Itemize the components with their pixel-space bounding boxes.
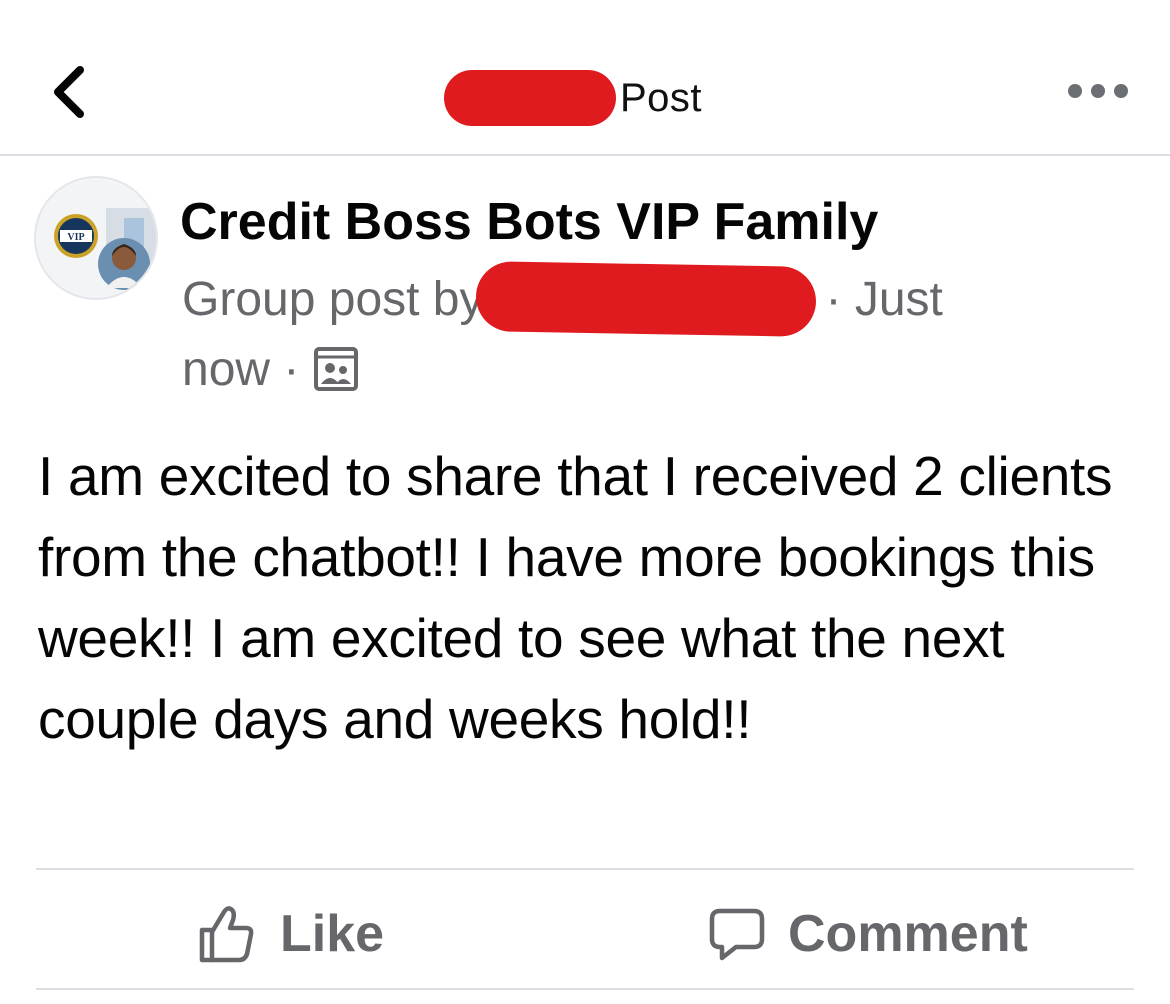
like-button[interactable]: Like	[198, 896, 384, 972]
back-button[interactable]	[40, 58, 100, 128]
more-dot	[1091, 84, 1105, 98]
more-horizontal-icon	[1068, 84, 1082, 98]
redacted-name-mark	[444, 70, 616, 126]
like-label: Like	[280, 905, 385, 963]
comment-button[interactable]: Comment	[708, 896, 1028, 972]
chevron-left-icon	[54, 66, 84, 118]
post-body-text: I am excited to share that I received 2 …	[38, 445, 1113, 750]
group-avatar[interactable]: VIP	[34, 176, 158, 300]
group-avatar-image: VIP	[36, 178, 156, 298]
group-audience-icon[interactable]	[313, 346, 359, 392]
more-options-button[interactable]	[1068, 76, 1128, 106]
redacted-author-mark	[474, 261, 817, 337]
action-bar-divider-bottom	[36, 988, 1134, 990]
timestamp-prefix: · Just	[825, 272, 943, 326]
group-name-link[interactable]: Credit Boss Bots VIP Family	[180, 186, 878, 258]
page-title: Post	[620, 76, 703, 120]
action-bar-divider-top	[36, 868, 1134, 870]
header-title-area: Post	[444, 70, 702, 126]
more-dot	[1114, 84, 1128, 98]
comment-label: Comment	[788, 905, 1028, 963]
group-post-by-label: Group post by	[182, 272, 484, 326]
comment-bubble-icon	[708, 906, 766, 962]
top-navigation-bar: Post	[0, 0, 1170, 156]
post-meta-line: Group post by · Just	[182, 261, 943, 337]
timestamp-suffix: now ·	[182, 342, 300, 396]
post-meta-line-2: now ·	[182, 334, 359, 404]
thumbs-up-icon	[198, 904, 254, 964]
svg-text:VIP: VIP	[67, 232, 84, 243]
